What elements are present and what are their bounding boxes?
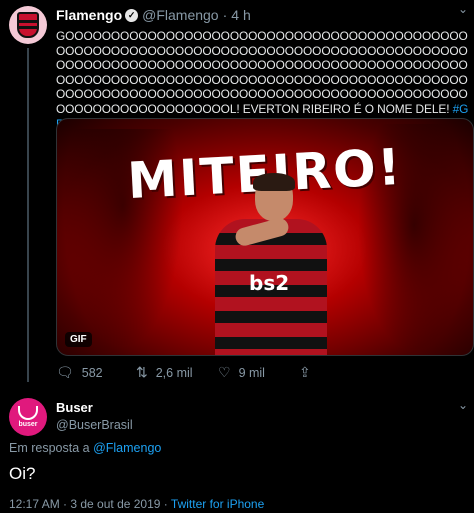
chevron-down-icon[interactable]: ⌄	[458, 2, 468, 16]
tweet-gif[interactable]: MITEIRO! bs2 GIF	[56, 118, 474, 356]
author-handle[interactable]: @Flamengo	[142, 7, 218, 23]
reply-chevron-down-icon[interactable]: ⌄	[458, 398, 468, 412]
reply-icon: 🗨	[56, 364, 74, 380]
tweet-content: Flamengo ✓ @Flamengo · 4 h GOOOOOOOOOOOO…	[56, 6, 470, 131]
share-icon: ⇪	[299, 364, 311, 380]
tweet-actions: 🗨 582 ⇅ 2,6 mil ♡ 9 mil ⇪	[56, 364, 416, 382]
reply-count: 582	[81, 365, 103, 380]
share-action[interactable]: ⇪	[299, 364, 319, 381]
player-hair	[253, 173, 295, 191]
like-action[interactable]: ♡ 9 mil	[218, 364, 265, 381]
buser-avatar-text: buser	[18, 421, 38, 428]
retweet-icon: ⇅	[136, 364, 148, 380]
reply-action[interactable]: 🗨 582	[56, 364, 103, 381]
author-name[interactable]: Flamengo	[56, 7, 122, 23]
replying-mention[interactable]: @Flamengo	[93, 441, 161, 455]
reply-author-name[interactable]: Buser	[56, 400, 133, 415]
reply-timestamp[interactable]: 12:17 AM · 3 de out de 2019 ·	[9, 497, 171, 511]
separator: ·	[222, 7, 228, 23]
player-figure: bs2	[207, 173, 332, 355]
tweet-time[interactable]: 4 h	[231, 7, 250, 23]
reply-meta: 12:17 AM · 3 de out de 2019 · Twitter fo…	[9, 497, 264, 511]
reply-header: Buser @BuserBrasil	[56, 400, 133, 432]
tweet-thread: Flamengo ✓ @Flamengo · 4 h GOOOOOOOOOOOO…	[0, 0, 474, 513]
shirt-sponsor: bs2	[249, 271, 290, 295]
reply-text: Oi?	[9, 464, 36, 483]
tweet-header: Flamengo ✓ @Flamengo · 4 h	[56, 6, 470, 24]
thread-connector-line	[27, 48, 29, 382]
reply-source[interactable]: Twitter for iPhone	[171, 497, 264, 511]
replying-to: Em resposta a @Flamengo	[9, 441, 161, 455]
retweet-action[interactable]: ⇅ 2,6 mil	[136, 364, 193, 381]
retweet-count: 2,6 mil	[155, 365, 193, 380]
replying-prefix: Em resposta a	[9, 441, 90, 455]
verified-icon: ✓	[125, 8, 139, 22]
tweet-text: GOOOOOOOOOOOOOOOOOOOOOOOOOOOOOOOOOOOOOOO…	[56, 29, 470, 131]
like-icon: ♡	[218, 364, 231, 380]
gif-badge: GIF	[65, 332, 92, 347]
reply-author-handle[interactable]: @BuserBrasil	[56, 418, 133, 432]
tweet-body: GOOOOOOOOOOOOOOOOOOOOOOOOOOOOOOOOOOOOOOO…	[56, 29, 468, 116]
buser-logo-icon	[18, 406, 38, 420]
like-count: 9 mil	[238, 365, 265, 380]
buser-avatar[interactable]: buser	[9, 398, 47, 436]
flamengo-crest-icon	[17, 12, 39, 38]
flamengo-avatar[interactable]	[9, 6, 47, 44]
